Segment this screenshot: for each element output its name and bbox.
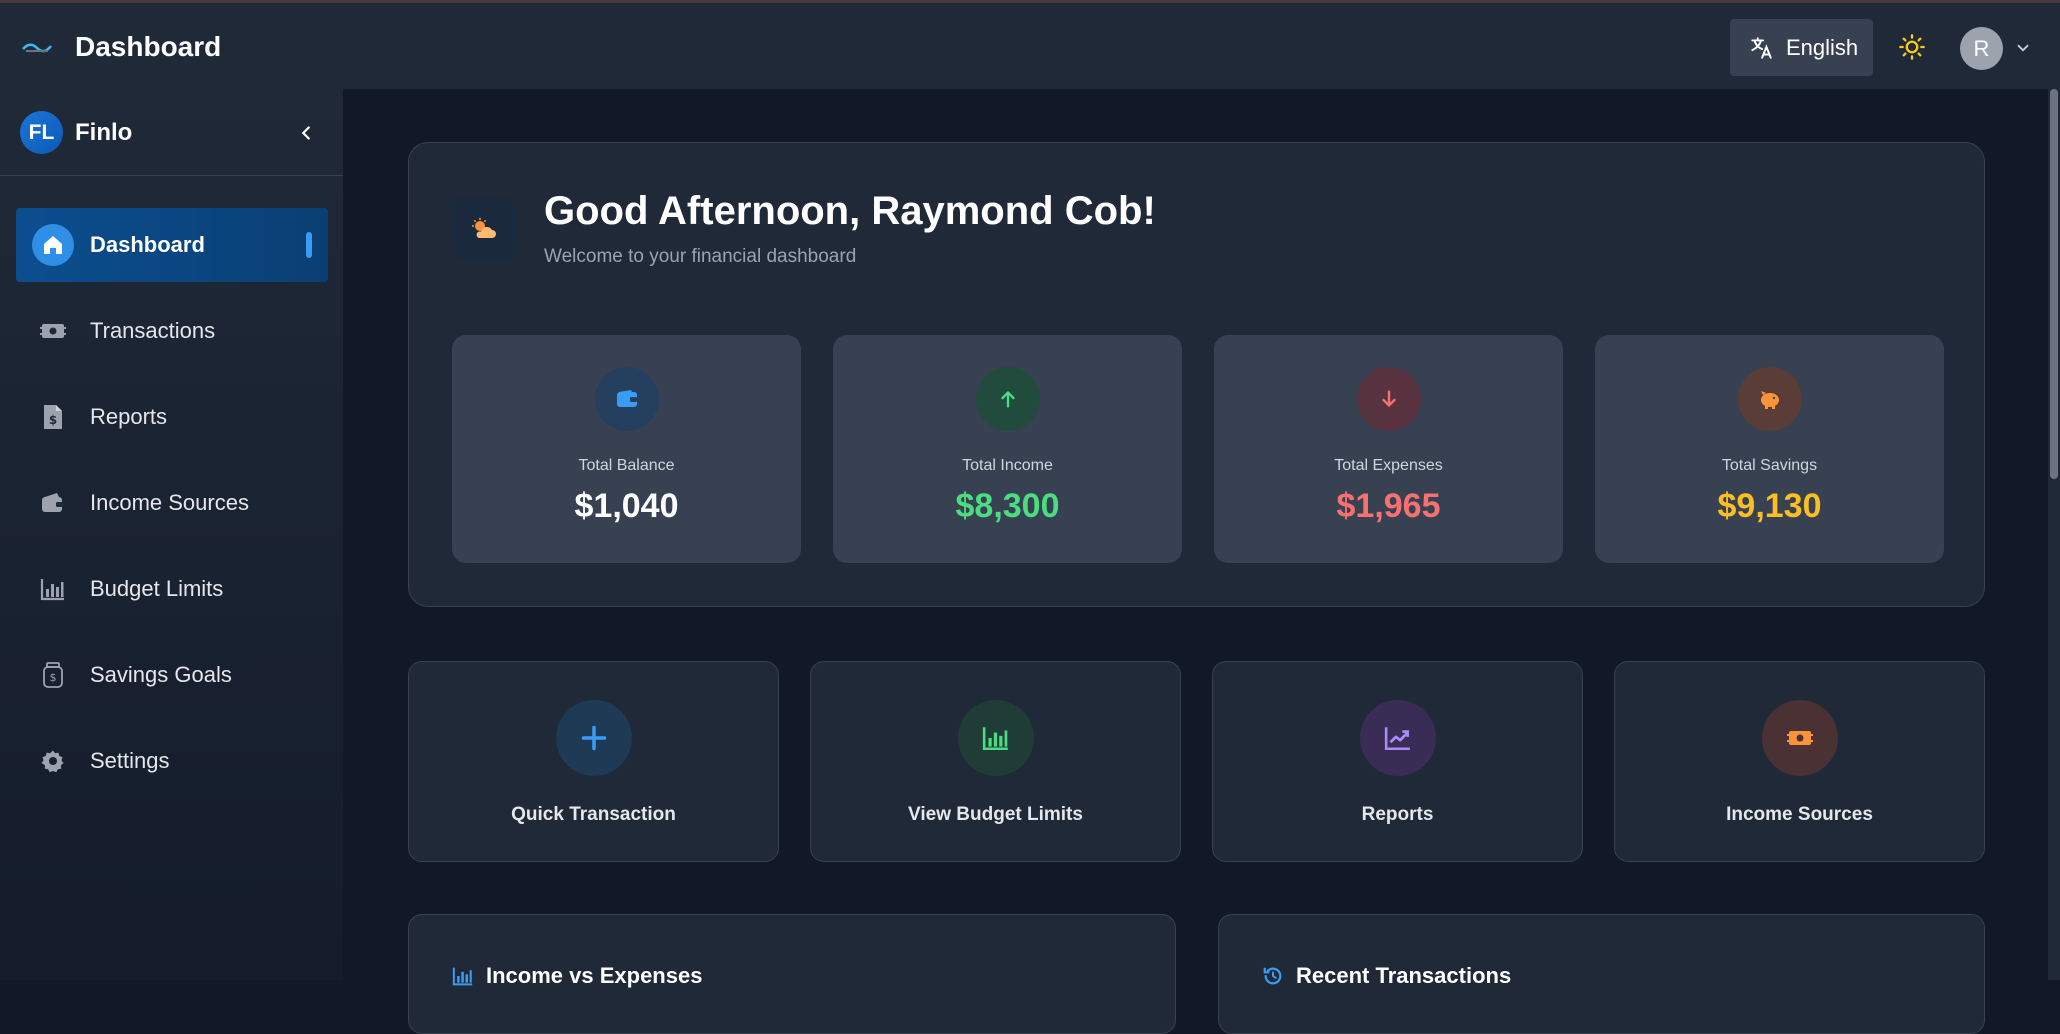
stat-card-total-balance: Total Balance $1,040: [452, 335, 801, 563]
stat-card-total-income: Total Income $8,300: [833, 335, 1182, 563]
sun-icon[interactable]: [1898, 33, 1926, 61]
sidebar-item-settings[interactable]: Settings: [16, 724, 328, 798]
weather-icon: [452, 197, 516, 261]
brand: FL Finlo: [20, 111, 132, 154]
chevron-down-icon[interactable]: [2014, 39, 2032, 57]
stat-value: $1,965: [1336, 487, 1441, 525]
app-title: Dashboard: [75, 31, 222, 62]
gear-icon: [32, 740, 74, 782]
plus-icon: [555, 700, 632, 776]
main-content: Good Afternoon, Raymond Cob! Welcome to …: [343, 89, 2060, 1034]
avatar[interactable]: R: [1960, 27, 2003, 70]
scrollbar-thumb[interactable]: [2050, 89, 2058, 479]
sidebar-item-label: Transactions: [90, 318, 216, 343]
sidebar-item-income-sources[interactable]: Income Sources: [16, 466, 328, 540]
welcome-card: Good Afternoon, Raymond Cob! Welcome to …: [408, 142, 1985, 607]
sidebar-item-label: Settings: [90, 748, 170, 773]
bar-chart-icon: [957, 700, 1034, 776]
sidebar-item-label: Budget Limits: [90, 576, 224, 601]
wallet-icon: [32, 482, 74, 524]
money-icon: [32, 310, 74, 352]
home-icon: [32, 224, 74, 266]
language-button[interactable]: English: [1730, 19, 1873, 76]
jar-dollar-icon: $: [32, 654, 74, 696]
action-label: Quick Transaction: [511, 804, 676, 825]
language-label: English: [1786, 34, 1859, 60]
arrow-up-icon: [975, 367, 1040, 431]
stat-value: $9,130: [1717, 487, 1822, 525]
greeting-title: Good Afternoon, Raymond Cob!: [544, 189, 1156, 233]
translate-icon: [1748, 35, 1774, 61]
file-dollar-icon: $: [32, 396, 74, 438]
sidebar-item-label: Savings Goals: [90, 662, 232, 687]
sidebar-item-budget-limits[interactable]: Budget Limits: [16, 552, 328, 626]
greeting-subtitle: Welcome to your financial dashboard: [544, 246, 857, 267]
sidebar-divider: [0, 175, 343, 176]
sidebar-item-label: Reports: [90, 404, 168, 429]
piggy-bank-icon: [1737, 367, 1802, 431]
stat-label: Total Savings: [1721, 457, 1818, 474]
sidebar-item-savings-goals[interactable]: $ Savings Goals: [16, 638, 328, 712]
brand-badge: FL: [20, 111, 63, 154]
income-sources-button[interactable]: Income Sources: [1614, 661, 1985, 862]
sidebar-item-label: Income Sources: [90, 490, 249, 515]
active-indicator: [306, 232, 312, 258]
sidebar: FL Finlo Dashboard Transactions $ Report…: [0, 89, 343, 980]
recent-transactions-panel: Recent Transactions: [1218, 914, 1985, 1034]
stat-label: Total Balance: [578, 457, 675, 474]
top-bar: Dashboard English R: [0, 0, 2060, 89]
sidebar-item-label: Dashboard: [90, 232, 205, 257]
money-icon: [1761, 700, 1838, 776]
sidebar-item-dashboard[interactable]: Dashboard: [16, 208, 328, 282]
svg-text:$: $: [50, 671, 57, 684]
sidebar-item-reports[interactable]: $ Reports: [16, 380, 328, 454]
stat-value: $8,300: [955, 487, 1060, 525]
brand-name: Finlo: [75, 118, 133, 146]
panel-title: Recent Transactions: [1296, 963, 1512, 988]
sidebar-item-transactions[interactable]: Transactions: [16, 294, 328, 368]
action-label: Reports: [1361, 804, 1434, 825]
bar-chart-icon: [32, 568, 74, 610]
action-label: Income Sources: [1726, 804, 1873, 825]
stat-value: $1,040: [574, 487, 679, 525]
stat-label: Total Expenses: [1334, 457, 1443, 474]
stat-label: Total Income: [962, 457, 1053, 474]
svg-text:$: $: [49, 413, 57, 427]
wallet-icon: [594, 367, 659, 431]
arrow-down-icon: [1356, 367, 1421, 431]
line-chart-icon: [1359, 700, 1436, 776]
view-budget-limits-button[interactable]: View Budget Limits: [810, 661, 1181, 862]
stat-card-total-savings: Total Savings $9,130: [1595, 335, 1944, 563]
history-icon: [1262, 965, 1284, 987]
panel-header: Income vs Expenses: [452, 963, 702, 989]
app-logo-icon: [22, 37, 52, 57]
chevron-left-icon[interactable]: [295, 122, 317, 144]
quick-transaction-button[interactable]: Quick Transaction: [408, 661, 779, 862]
action-label: View Budget Limits: [908, 804, 1083, 825]
panel-header: Recent Transactions: [1262, 963, 1511, 989]
panel-title: Income vs Expenses: [486, 963, 703, 988]
stat-card-total-expenses: Total Expenses $1,965: [1214, 335, 1563, 563]
bar-chart-icon: [452, 966, 474, 986]
income-vs-expenses-panel: Income vs Expenses: [408, 914, 1176, 1034]
sidebar-nav: Dashboard Transactions $ Reports Income …: [16, 208, 328, 810]
reports-button[interactable]: Reports: [1212, 661, 1583, 862]
scrollbar[interactable]: [2048, 89, 2060, 980]
